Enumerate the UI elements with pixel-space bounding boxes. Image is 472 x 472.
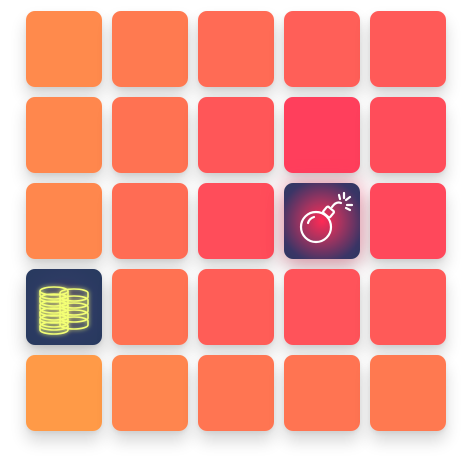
tile-hidden[interactable] [284, 11, 360, 87]
tile-hidden[interactable] [198, 269, 274, 345]
tile-hidden[interactable] [198, 97, 274, 173]
tile-hidden[interactable] [112, 269, 188, 345]
tile-hidden[interactable] [26, 355, 102, 431]
bomb-icon [299, 191, 354, 244]
tile-hidden[interactable] [26, 183, 102, 259]
mines-game-board [0, 0, 472, 472]
tile-hidden[interactable] [112, 183, 188, 259]
coin-stack-icon [39, 286, 89, 335]
tile-revealed-bomb[interactable] [284, 183, 360, 259]
tile-hidden[interactable] [198, 11, 274, 87]
tile-hidden[interactable] [370, 97, 446, 173]
tile-hidden[interactable] [112, 97, 188, 173]
tile-hidden[interactable] [198, 183, 274, 259]
tile-hidden[interactable] [198, 355, 274, 431]
tile-hidden[interactable] [26, 97, 102, 173]
tile-hidden[interactable] [284, 269, 360, 345]
tile-hidden[interactable] [26, 11, 102, 87]
tile-hidden[interactable] [370, 11, 446, 87]
tile-hidden[interactable] [370, 269, 446, 345]
tile-revealed-coins[interactable] [26, 269, 102, 345]
tile-hidden[interactable] [112, 355, 188, 431]
tile-hidden[interactable] [284, 97, 360, 173]
tile-hidden[interactable] [370, 183, 446, 259]
tile-hidden[interactable] [284, 355, 360, 431]
tile-hidden[interactable] [370, 355, 446, 431]
tile-hidden[interactable] [112, 11, 188, 87]
